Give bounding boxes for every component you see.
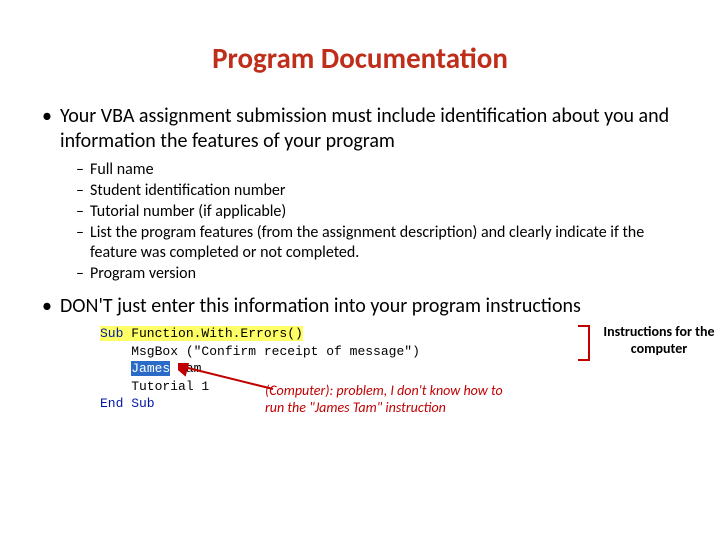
instructions-label: Instructions for the computer — [594, 324, 720, 358]
code-string: "Confirm receipt of message" — [194, 344, 412, 359]
code-line-3: James Tam — [100, 360, 580, 378]
sub-fullname: Full name — [40, 160, 680, 180]
bullet-dont: DON'T just enter this information into y… — [40, 294, 680, 319]
bullet-intro: Your VBA assignment submission must incl… — [40, 104, 680, 154]
keyword-sub: Sub — [100, 326, 123, 341]
slide-title: Program Documentation — [40, 40, 680, 76]
code-highlight-james: James — [131, 361, 170, 376]
bracket-annotation — [578, 325, 590, 361]
code-tam: Tam — [170, 361, 201, 376]
code-block: Sub Function.With.Errors() MsgBox ("Conf… — [100, 325, 580, 413]
sub-version: Program version — [40, 264, 680, 284]
problem-annotation: (Computer): problem, I don't know how to… — [265, 383, 525, 417]
code-line-2: MsgBox ("Confirm receipt of message") — [100, 343, 580, 361]
code-line-1: Sub Function.With.Errors() — [100, 325, 580, 343]
main-list-2: DON'T just enter this information into y… — [40, 294, 680, 319]
main-list: Your VBA assignment submission must incl… — [40, 104, 680, 154]
keyword-end-sub: End Sub — [100, 396, 155, 411]
sub-student-id: Student identification number — [40, 181, 680, 201]
sub-features: List the program features (from the assi… — [40, 223, 680, 263]
sub-list: Full name Student identification number … — [40, 160, 680, 284]
sub-tutorial: Tutorial number (if applicable) — [40, 202, 680, 222]
code-fn-name: Function.With.Errors() — [123, 326, 302, 341]
